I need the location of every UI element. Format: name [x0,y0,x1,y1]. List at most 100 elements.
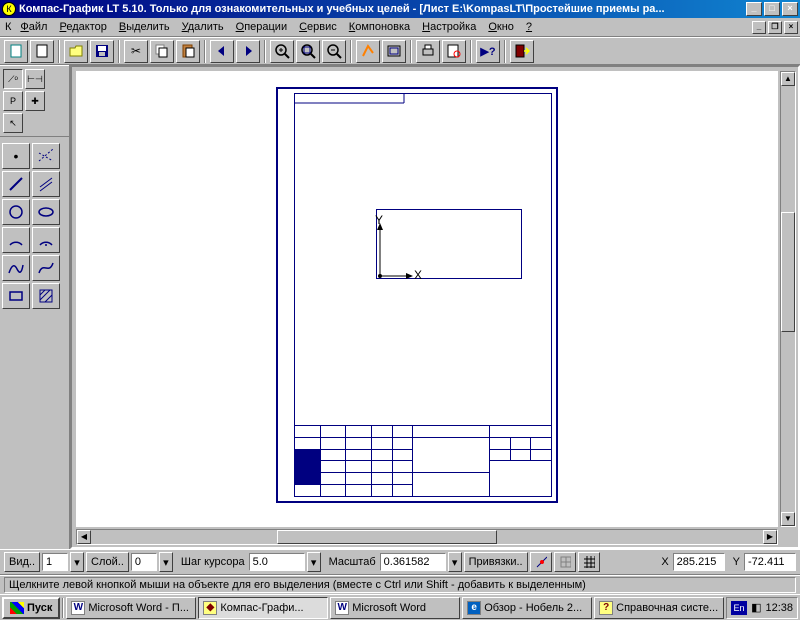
tab-select[interactable]: ↖ [3,113,23,133]
layer-value[interactable]: 0 [131,553,157,571]
undo-button[interactable] [210,40,234,63]
x-value[interactable]: 285.215 [673,553,725,571]
mdi-restore[interactable]: ❐ [768,21,782,34]
tool-arc2[interactable] [32,227,60,253]
tab-dimensions[interactable]: ⊢⊣ [25,69,45,89]
vertical-scrollbar[interactable]: ▲ ▼ [780,71,796,527]
scale-label: Масштаб [323,556,378,568]
paste-button[interactable] [176,40,200,63]
mdi-minimize[interactable]: _ [752,21,766,34]
menu-settings[interactable]: Настройка [416,19,482,35]
tool-aux-line[interactable] [32,143,60,169]
drawing-canvas[interactable]: Y X [76,71,778,527]
minimize-button[interactable]: _ [746,2,762,16]
zoom-in-button[interactable] [270,40,294,63]
scroll-up-icon[interactable]: ▲ [781,72,795,86]
zoom-out-button[interactable] [322,40,346,63]
menu-select[interactable]: Выделить [113,19,176,35]
property-bar: Вид.. 1 ▾ Слой.. 0 ▾ Шаг курсора 5.0 ▾ М… [0,549,800,575]
window-controls: _ □ × [746,2,798,16]
snap-toggle1[interactable] [530,552,552,572]
save-button[interactable] [90,40,114,63]
scroll-left-icon[interactable]: ◀ [77,530,91,544]
x-label: X [655,556,670,568]
layer-button[interactable]: Слой.. [86,552,129,572]
step-value[interactable]: 5.0 [249,553,305,571]
view-button[interactable]: Вид.. [4,552,40,572]
print-button[interactable] [416,40,440,63]
new-sheet-button[interactable] [4,40,28,63]
tool-line[interactable] [2,171,30,197]
close-button[interactable]: × [782,2,798,16]
layer-spin[interactable]: ▾ [159,552,173,572]
scroll-v-thumb[interactable] [781,212,795,332]
y-value[interactable]: -72.411 [744,553,796,571]
step-label: Шаг курсора [175,556,247,568]
left-panel: ⟋ᵒ ⊢⊣ P ✚ ↖ • [0,65,70,549]
grid-button[interactable] [578,552,600,572]
mdi-icon[interactable]: К [5,21,11,33]
mdi-close[interactable]: × [784,21,798,34]
tool-hatch[interactable] [32,283,60,309]
scroll-h-thumb[interactable] [277,530,497,544]
menu-help[interactable]: ? [520,19,538,35]
drawing-sheet [276,87,558,503]
fit-button[interactable] [382,40,406,63]
open-button[interactable] [64,40,88,63]
tool-circle[interactable] [2,199,30,225]
tab-measure[interactable]: ✚ [25,91,45,111]
maximize-button[interactable]: □ [764,2,780,16]
preview-button[interactable] [442,40,466,63]
tab-edit[interactable]: P [3,91,23,111]
title-bar: К Компас-График LT 5.10. Только для озна… [0,0,800,18]
task-app-icon: ◆ [203,601,217,615]
menu-file[interactable]: Файл [14,19,53,35]
scale-spin[interactable]: ▾ [448,552,462,572]
copy-button[interactable] [150,40,174,63]
status-bar: Щелкните левой кнопкой мыши на объекте д… [0,575,800,594]
menu-operations[interactable]: Операции [230,19,293,35]
tool-spline[interactable] [2,255,30,281]
tool-ellipse[interactable] [32,199,60,225]
menu-bar: К Файл Редактор Выделить Удалить Операци… [0,18,800,37]
language-indicator[interactable]: En [731,601,747,615]
main-toolbar: ✂ ▶? [0,37,800,65]
redraw-button[interactable] [356,40,380,63]
cut-button[interactable]: ✂ [124,40,148,63]
zoom-window-button[interactable] [296,40,320,63]
menu-service[interactable]: Сервис [293,19,343,35]
tool-bezier[interactable] [32,255,60,281]
task-app-icon: W [335,601,349,615]
tab-geometry[interactable]: ⟋ᵒ [3,69,23,89]
task-app-icon: e [467,601,481,615]
tool-palette: • [0,141,69,311]
view-spin[interactable]: ▾ [70,552,84,572]
document-area: Y X ▲ ▼ ◀ ▶ [70,65,800,549]
snap-toggle2[interactable] [554,552,576,572]
client-area: ⟋ᵒ ⊢⊣ P ✚ ↖ • [0,65,800,549]
tool-rectangle[interactable] [2,283,30,309]
view-value[interactable]: 1 [42,553,68,571]
redo-button[interactable] [236,40,260,63]
horizontal-scrollbar[interactable]: ◀ ▶ [76,529,778,545]
menu-window[interactable]: Окно [482,19,520,35]
menu-layout[interactable]: Компоновка [343,19,416,35]
help-button[interactable]: ▶? [476,40,500,63]
step-spin[interactable]: ▾ [307,552,321,572]
scale-value[interactable]: 0.361582 [380,553,446,571]
scroll-right-icon[interactable]: ▶ [763,530,777,544]
tool-point[interactable]: • [2,143,30,169]
start-label: Пуск [27,602,52,614]
tool-parallel-line[interactable] [32,171,60,197]
task-app-icon: ? [599,601,613,615]
app-icon: К [2,2,16,16]
new-doc-button[interactable] [30,40,54,63]
tray-icon-generic[interactable]: ◧ [751,601,761,614]
menu-editor[interactable]: Редактор [53,19,112,35]
title-block [294,425,552,497]
snap-button[interactable]: Привязки.. [464,552,528,572]
exit-button[interactable] [510,40,534,63]
scroll-down-icon[interactable]: ▼ [781,512,795,526]
tool-arc[interactable] [2,227,30,253]
menu-delete[interactable]: Удалить [176,19,230,35]
